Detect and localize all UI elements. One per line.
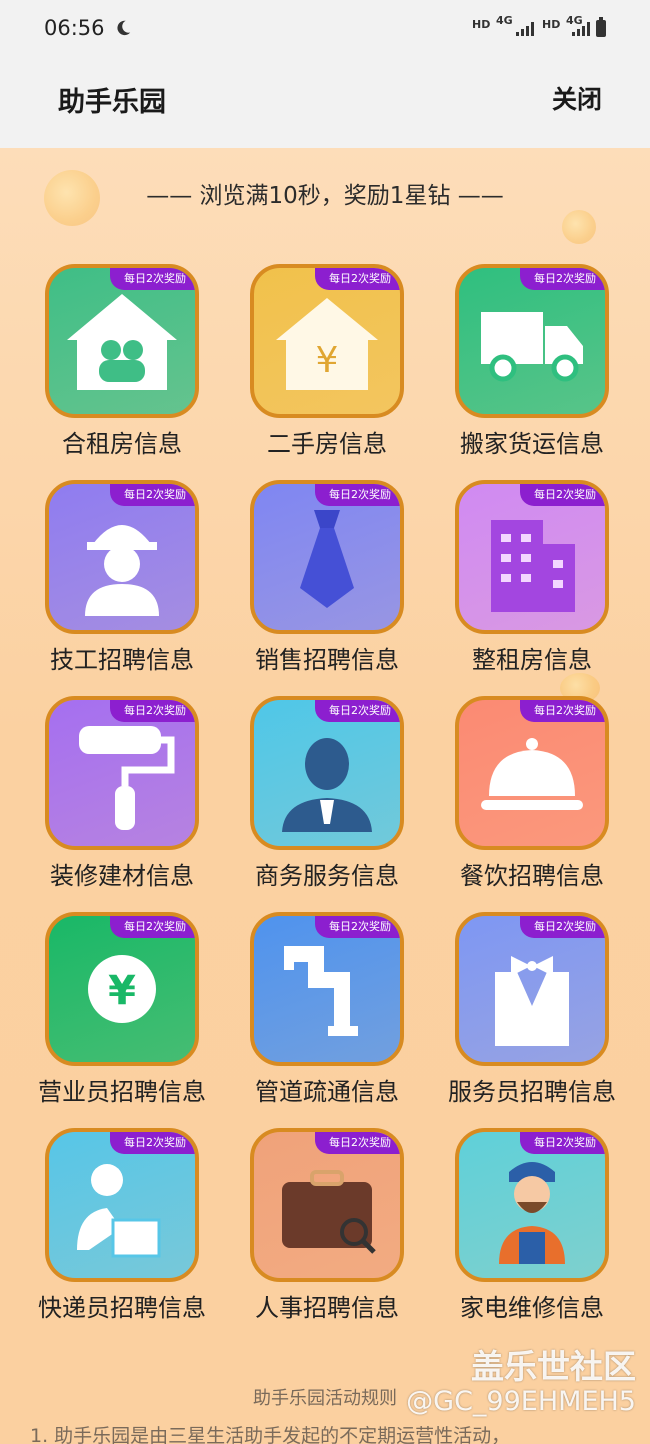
daily-reward-badge: 每日2次奖励 bbox=[520, 268, 605, 290]
service-tile-label: 技工招聘信息 bbox=[50, 646, 194, 674]
service-icon-box: 每日2次奖励 bbox=[250, 912, 404, 1066]
service-icon-box: 每日2次奖励 bbox=[250, 696, 404, 850]
daily-reward-badge: 每日2次奖励 bbox=[110, 1132, 195, 1154]
service-tile-label: 家电维修信息 bbox=[460, 1294, 604, 1322]
service-tile[interactable]: ¥ 每日2次奖励二手房信息 bbox=[225, 264, 429, 474]
service-tile-label: 搬家货运信息 bbox=[460, 430, 604, 458]
daily-reward-badge: 每日2次奖励 bbox=[110, 484, 195, 506]
service-tile[interactable]: 每日2次奖励合租房信息 bbox=[20, 264, 224, 474]
rules-line-1: 1. 助手乐园是由三星生活助手发起的不定期运营性活动， bbox=[30, 1425, 511, 1444]
hd-indicator-2: HD bbox=[542, 18, 561, 31]
service-tile-label: 餐饮招聘信息 bbox=[460, 862, 604, 890]
daily-reward-badge: 每日2次奖励 bbox=[110, 268, 195, 290]
service-tile-label: 人事招聘信息 bbox=[255, 1294, 399, 1322]
service-icon-box: ¥ 每日2次奖励 bbox=[45, 912, 199, 1066]
daily-reward-badge: 每日2次奖励 bbox=[110, 916, 195, 938]
service-tile[interactable]: 每日2次奖励人事招聘信息 bbox=[225, 1128, 429, 1338]
daily-reward-badge: 每日2次奖励 bbox=[520, 484, 605, 506]
service-tile[interactable]: 每日2次奖励搬家货运信息 bbox=[430, 264, 634, 474]
daily-reward-badge: 每日2次奖励 bbox=[315, 700, 400, 722]
decorative-coin bbox=[562, 210, 596, 244]
signal-bars-icon-2 bbox=[572, 22, 590, 36]
service-tile[interactable]: 每日2次奖励家电维修信息 bbox=[430, 1128, 634, 1338]
status-bar: 06:56 HD 4G HD 4G bbox=[0, 0, 650, 58]
battery-icon bbox=[596, 17, 606, 37]
service-tile[interactable]: 每日2次奖励管道疏通信息 bbox=[225, 912, 429, 1122]
service-tile[interactable]: 每日2次奖励商务服务信息 bbox=[225, 696, 429, 906]
service-tile-label: 商务服务信息 bbox=[255, 862, 399, 890]
svg-text:¥: ¥ bbox=[316, 340, 339, 381]
watermark-user-id: @GC_99EHMEH5 bbox=[406, 1386, 636, 1417]
service-icon-box: 每日2次奖励 bbox=[455, 264, 609, 418]
service-tile[interactable]: 每日2次奖励销售招聘信息 bbox=[225, 480, 429, 690]
service-tile-label: 装修建材信息 bbox=[50, 862, 194, 890]
daily-reward-badge: 每日2次奖励 bbox=[110, 700, 195, 722]
service-icon-box: 每日2次奖励 bbox=[250, 480, 404, 634]
daily-reward-badge: 每日2次奖励 bbox=[520, 1132, 605, 1154]
service-tile[interactable]: 每日2次奖励装修建材信息 bbox=[20, 696, 224, 906]
signal-bars-icon bbox=[516, 22, 534, 36]
network-4g-indicator: 4G bbox=[496, 14, 513, 27]
service-icon-box: 每日2次奖励 bbox=[455, 696, 609, 850]
service-icon-box: 每日2次奖励 bbox=[45, 264, 199, 418]
do-not-disturb-moon-icon bbox=[117, 20, 131, 36]
page-title: 助手乐园 bbox=[58, 87, 166, 118]
service-icon-box: 每日2次奖励 bbox=[45, 1128, 199, 1282]
service-tile[interactable]: 每日2次奖励餐饮招聘信息 bbox=[430, 696, 634, 906]
service-tile-label: 服务员招聘信息 bbox=[448, 1078, 616, 1106]
service-icon-box: 每日2次奖励 bbox=[45, 696, 199, 850]
status-time: 06:56 bbox=[44, 16, 105, 40]
service-icon-box: 每日2次奖励 bbox=[455, 480, 609, 634]
service-icon-box: 每日2次奖励 bbox=[250, 1128, 404, 1282]
service-icon-box: 每日2次奖励 bbox=[455, 912, 609, 1066]
reward-banner: —— 浏览满10秒，奖励1星钻 —— bbox=[146, 183, 504, 209]
service-tile-label: 整租房信息 bbox=[472, 646, 592, 674]
service-tile-label: 二手房信息 bbox=[267, 430, 387, 458]
service-tile-label: 营业员招聘信息 bbox=[38, 1078, 206, 1106]
service-tile-label: 快递员招聘信息 bbox=[38, 1294, 206, 1322]
service-tile-label: 销售招聘信息 bbox=[255, 646, 399, 674]
app-bar: 助手乐园 关闭 bbox=[0, 58, 650, 148]
daily-reward-badge: 每日2次奖励 bbox=[520, 700, 605, 722]
service-tile[interactable]: 每日2次奖励整租房信息 bbox=[430, 480, 634, 690]
daily-reward-badge: 每日2次奖励 bbox=[315, 484, 400, 506]
hd-indicator: HD bbox=[472, 18, 491, 31]
service-tile[interactable]: ¥ 每日2次奖励营业员招聘信息 bbox=[20, 912, 224, 1122]
service-tile[interactable]: 每日2次奖励服务员招聘信息 bbox=[430, 912, 634, 1122]
service-tile-label: 合租房信息 bbox=[62, 430, 182, 458]
svg-text:¥: ¥ bbox=[108, 968, 136, 1014]
daily-reward-badge: 每日2次奖励 bbox=[315, 916, 400, 938]
watermark-community: 盖乐世社区 bbox=[471, 1347, 636, 1386]
daily-reward-badge: 每日2次奖励 bbox=[315, 1132, 400, 1154]
service-icon-box: ¥ 每日2次奖励 bbox=[250, 264, 404, 418]
daily-reward-badge: 每日2次奖励 bbox=[315, 268, 400, 290]
service-icon-box: 每日2次奖励 bbox=[455, 1128, 609, 1282]
service-tile[interactable]: 每日2次奖励快递员招聘信息 bbox=[20, 1128, 224, 1338]
close-button[interactable]: 关闭 bbox=[552, 80, 602, 116]
main-content: —— 浏览满10秒，奖励1星钻 —— 每日2次奖励 合租房信息 ¥ 每日2次奖励 二手房… bbox=[0, 148, 650, 1444]
service-tile[interactable]: 每日2次奖励技工招聘信息 bbox=[20, 480, 224, 690]
service-icon-box: 每日2次奖励 bbox=[45, 480, 199, 634]
daily-reward-badge: 每日2次奖励 bbox=[520, 916, 605, 938]
service-tile-label: 管道疏通信息 bbox=[255, 1078, 399, 1106]
